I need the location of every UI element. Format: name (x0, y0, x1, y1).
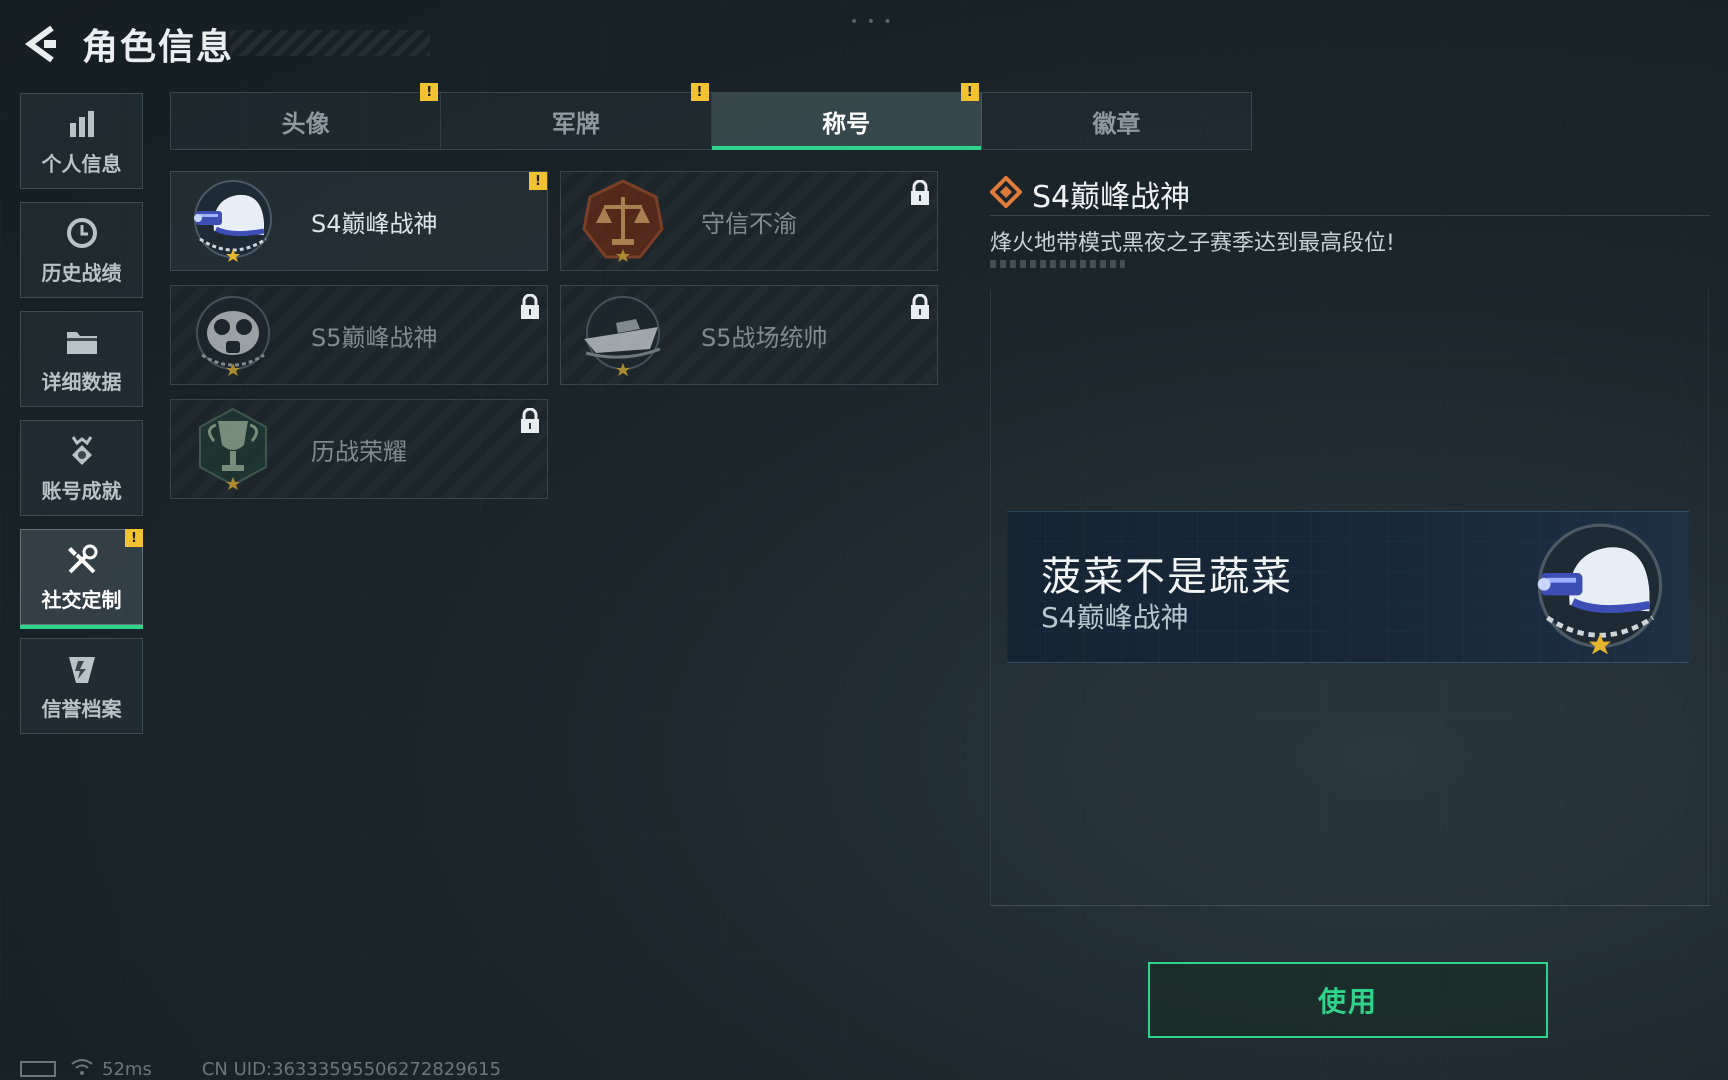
sidebar-item-label: 个人信息 (41, 151, 122, 176)
decoration-dashes (990, 260, 1125, 268)
ping-value: 52ms (102, 1058, 152, 1080)
alert-badge: ! (125, 529, 143, 547)
tab-label: 称号 (822, 109, 871, 138)
sidebar-item-label: 社交定制 (41, 587, 122, 612)
frame-line (990, 905, 1710, 906)
tab-label: 军牌 (551, 109, 600, 138)
lock-icon (909, 293, 931, 324)
tab-bar: 头像 ! 军牌 ! 称号 ! 徽章 (170, 83, 1252, 150)
boat-emblem (573, 288, 673, 382)
tab-label: 徽章 (1092, 109, 1141, 138)
detail-description: 烽火地带模式黑夜之子赛季达到最高段位! (990, 231, 1395, 256)
title-name: 历战荣耀 (311, 437, 407, 466)
lock-icon (519, 293, 541, 324)
sidebar-item-social-custom[interactable]: ! 社交定制 (20, 529, 143, 629)
player-title: S4巅峰战神 (1041, 601, 1189, 634)
sidebar-item-credit[interactable]: 信誉档案 (20, 638, 143, 734)
clock-icon (66, 215, 98, 251)
wifi-icon (70, 1058, 94, 1080)
lock-icon (519, 407, 541, 438)
tab-label: 头像 (281, 109, 330, 138)
use-button[interactable]: 使用 (1148, 962, 1548, 1038)
tab-dogtag[interactable]: 军牌 ! (441, 83, 712, 149)
back-arrow-icon[interactable] (20, 20, 60, 68)
sidebar-item-achievements[interactable]: 账号成就 (20, 420, 143, 516)
detail-title: S4巅峰战神 (1032, 180, 1191, 215)
title-name: S5战场统帅 (701, 323, 828, 352)
title-card-s5-peak[interactable]: S5巅峰战神 (170, 285, 548, 385)
title-preview-banner: 菠菜不是蔬菜 S4巅峰战神 (1007, 511, 1689, 663)
sidebar-item-history[interactable]: 历史战绩 (20, 202, 143, 298)
title-name: S5巅峰战神 (311, 323, 438, 352)
medal-icon (67, 433, 97, 469)
folder-icon (65, 324, 99, 360)
diamond-icon (989, 175, 1023, 212)
tab-badge[interactable]: 徽章 (982, 93, 1251, 149)
sidebar: 个人信息 历史战绩 详细数据 账号成就 ! 社交定制 信誉档案 (20, 93, 144, 747)
sidebar-item-details[interactable]: 详细数据 (20, 311, 143, 407)
frame-line (1708, 290, 1709, 905)
shield-icon (66, 651, 98, 687)
tab-title[interactable]: 称号 ! (711, 83, 982, 150)
title-stripes-decoration (230, 30, 430, 56)
alert-badge: ! (960, 83, 979, 101)
player-name: 菠菜不是蔬菜 (1041, 554, 1293, 600)
gasmask-emblem (183, 288, 283, 382)
title-card-s5-commander[interactable]: S5战场统帅 (560, 285, 938, 385)
tab-avatar[interactable]: 头像 ! (171, 83, 442, 149)
alert-badge: ! (690, 83, 709, 101)
header: 角色信息 (20, 20, 234, 68)
title-card-trustworthy[interactable]: 守信不渝 (560, 171, 938, 271)
battery-icon (20, 1061, 56, 1077)
title-card-s4-peak[interactable]: ! S4巅峰战神 (170, 171, 548, 271)
alert-badge: ! (420, 83, 439, 101)
status-bar: 52ms CN UID:3633359550627282961​5 (20, 1058, 501, 1080)
title-card-battle-glory[interactable]: 历战荣耀 (170, 399, 548, 499)
sidebar-item-profile[interactable]: 个人信息 (20, 93, 143, 189)
tools-icon (65, 542, 99, 578)
bar-chart-icon (67, 106, 97, 142)
sidebar-item-label: 历史战绩 (41, 260, 122, 285)
uid-value: CN UID:3633359550627282961​5 (201, 1058, 502, 1080)
helmet-nightvision-emblem (1525, 520, 1675, 658)
sidebar-item-label: 账号成就 (41, 478, 122, 503)
menu-dots-icon[interactable]: • • • (850, 14, 894, 30)
divider (990, 215, 1710, 216)
page-title: 角色信息 (82, 27, 235, 68)
alert-badge: ! (529, 172, 547, 190)
lock-icon (909, 179, 931, 210)
title-name: S4巅峰战神 (311, 209, 438, 238)
sidebar-item-label: 信誉档案 (41, 696, 122, 721)
frame-line (990, 290, 991, 905)
sidebar-item-label: 详细数据 (41, 369, 122, 394)
trophy-emblem (183, 402, 283, 496)
detail-header: S4巅峰战神 (989, 172, 1191, 216)
helmet-nightvision-emblem (183, 174, 283, 268)
justice-scales-emblem (573, 174, 673, 268)
use-button-label: 使用 (1317, 985, 1378, 1018)
title-name: 守信不渝 (701, 209, 797, 238)
